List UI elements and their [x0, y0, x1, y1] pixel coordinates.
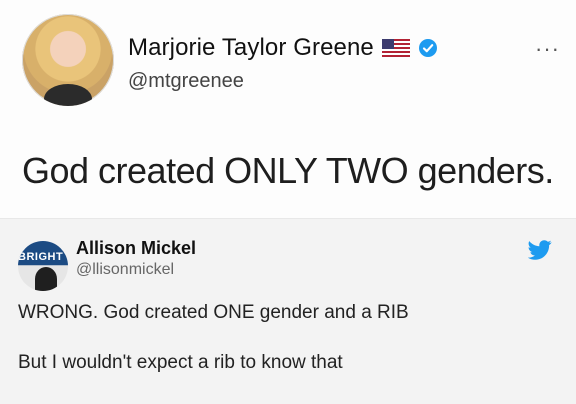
- reply-author-handle[interactable]: @llisonmickel: [76, 261, 174, 279]
- verified-badge-icon: [418, 39, 437, 57]
- reply-text-line-1: WRONG. God created ONE gender and a RIB: [18, 302, 409, 323]
- tweet-text: God created ONLY TWO genders.: [22, 150, 554, 191]
- author-name-row: Marjorie Taylor Greene: [128, 34, 438, 62]
- reply-avatar-badge: BRIGHT: [18, 251, 64, 263]
- author-avatar[interactable]: [22, 14, 114, 106]
- reply-text-line-2: But I wouldn't expect a rib to know that: [18, 352, 343, 373]
- author-name[interactable]: Marjorie Taylor Greene: [128, 34, 374, 62]
- twitter-bird-icon: [528, 240, 552, 260]
- reply-author-name[interactable]: Allison Mickel: [76, 238, 196, 259]
- us-flag-icon: [381, 39, 410, 57]
- author-handle[interactable]: @mtgreenee: [128, 70, 244, 93]
- more-options-button[interactable]: ···: [535, 36, 560, 62]
- reply-avatar[interactable]: BRIGHT: [18, 241, 68, 291]
